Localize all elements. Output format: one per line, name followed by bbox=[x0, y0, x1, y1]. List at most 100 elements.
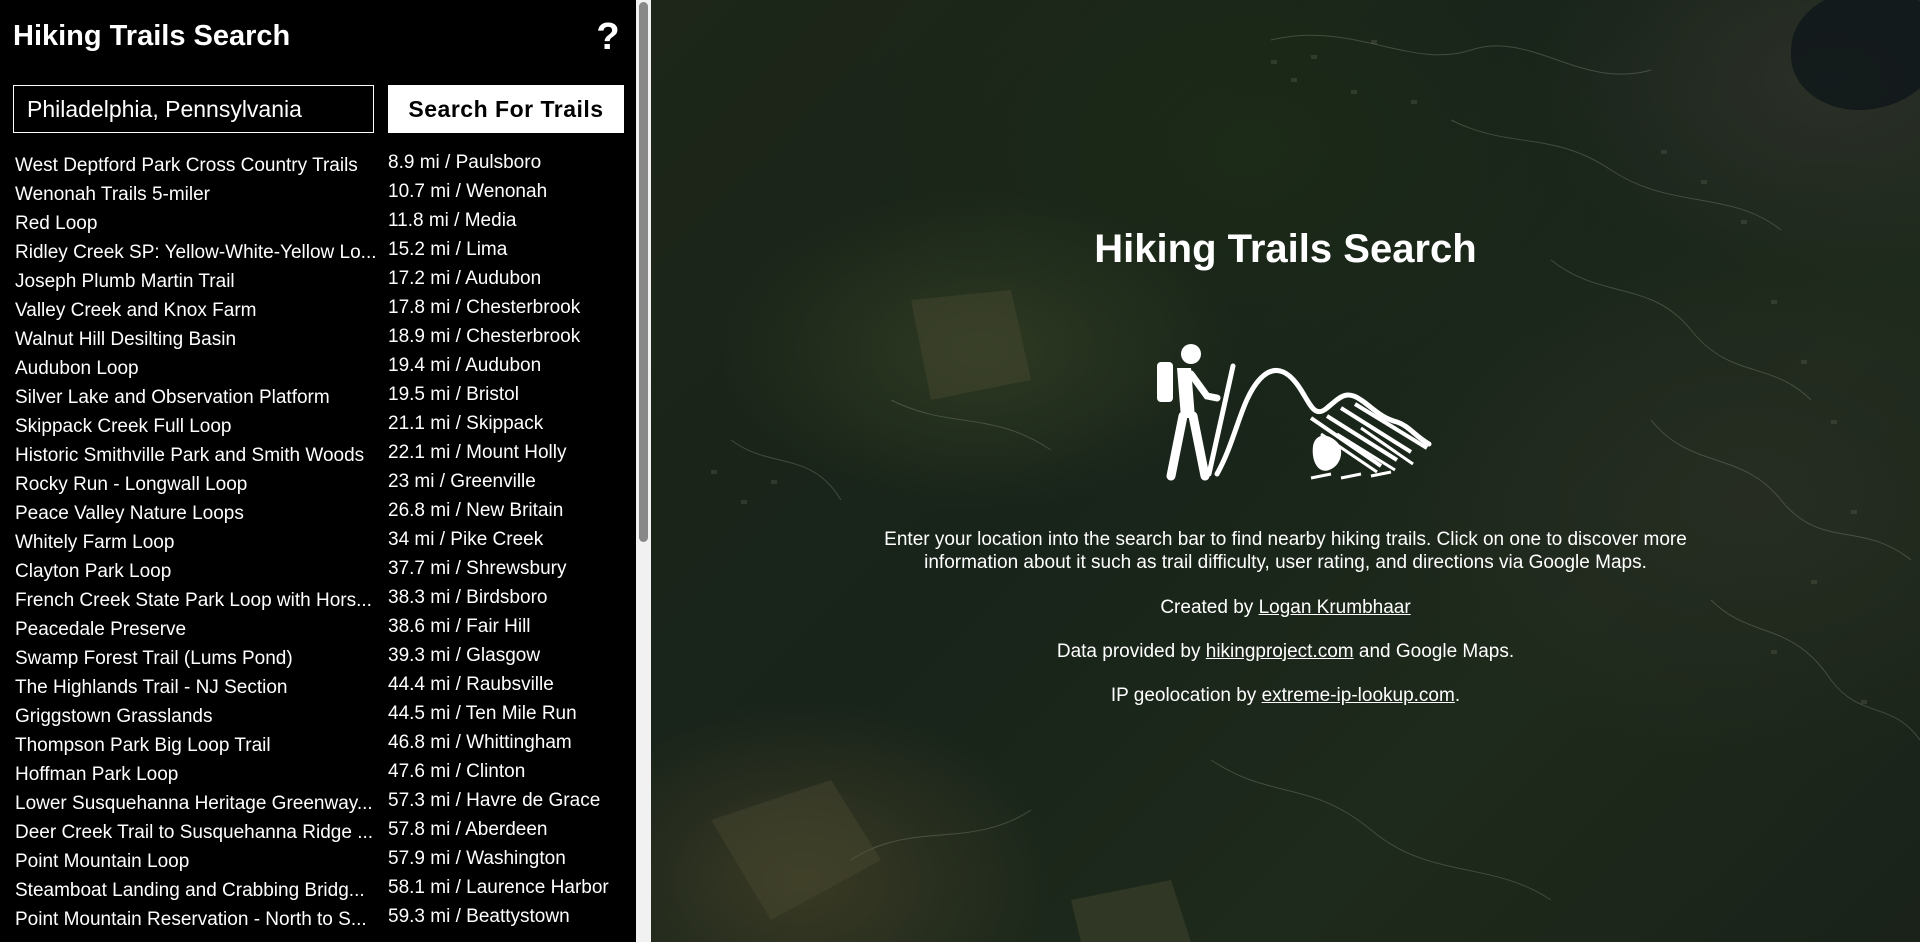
trail-name: Valley Creek and Knox Farm bbox=[15, 300, 257, 321]
trail-name: Griggstown Grasslands bbox=[15, 706, 213, 727]
trail-distance-location: 18.9 mi / Chesterbrook bbox=[388, 326, 581, 347]
trail-distance-location: 46.8 mi / Whittingham bbox=[388, 732, 572, 753]
trail-name: Ridley Creek SP: Yellow-White-Yellow Lo.… bbox=[15, 242, 377, 263]
created-by-line: Created by Logan Krumbhaar bbox=[651, 597, 1920, 619]
trail-name: Historic Smithville Park and Smith Woods bbox=[15, 445, 365, 466]
trail-name: Red Loop bbox=[15, 213, 98, 234]
trail-list-item[interactable]: Historic Smithville Park and Smith Woods… bbox=[0, 440, 636, 469]
trail-name: Audubon Loop bbox=[15, 358, 139, 379]
trail-list-item[interactable]: Skippack Creek Full Loop 21.1 mi / Skippa… bbox=[0, 411, 636, 440]
trail-list: West Deptford Park Cross Country Trails 8… bbox=[0, 150, 636, 942]
trail-list-item[interactable]: Whitely Farm Loop 34 mi / Pike Creek bbox=[0, 527, 636, 556]
trail-distance-location: 39.3 mi / Glasgow bbox=[388, 645, 541, 666]
trail-list-item[interactable]: Thompson Park Big Loop Trail 46.8 mi / Wh… bbox=[0, 730, 636, 759]
trail-list-item[interactable]: Peace Valley Nature Loops 26.8 mi / New B… bbox=[0, 498, 636, 527]
trail-list-item[interactable]: Audubon Loop 19.4 mi / Audubon bbox=[0, 353, 636, 382]
location-search-input[interactable] bbox=[13, 85, 374, 133]
trail-name: Swamp Forest Trail (Lums Pond) bbox=[15, 648, 293, 669]
trail-name: Rocky Run - Longwall Loop bbox=[15, 474, 248, 495]
trail-name: French Creek State Park Loop with Hors..… bbox=[15, 590, 372, 611]
trail-distance-location: 19.4 mi / Audubon bbox=[388, 355, 542, 376]
trail-distance-location: 57.3 mi / Havre de Grace bbox=[388, 790, 601, 811]
author-link[interactable]: Logan Krumbhaar bbox=[1259, 597, 1411, 618]
trail-list-item[interactable]: Wenonah Trails 5-miler 10.7 mi / Wenonah bbox=[0, 179, 636, 208]
trail-distance-location: 57.9 mi / Washington bbox=[388, 848, 566, 869]
trail-name: Walnut Hill Desilting Basin bbox=[15, 329, 237, 350]
app-root: Hiking Trails Search ? Search For Trails… bbox=[0, 0, 1920, 942]
trail-list-item[interactable]: Peacedale Preserve 38.6 mi / Fair Hill bbox=[0, 614, 636, 643]
trail-name: Wenonah Trails 5-miler bbox=[15, 184, 211, 205]
trail-list-item[interactable]: Deer Creek Trail to Susquehanna Ridge ..… bbox=[0, 817, 636, 846]
geolocation-suffix: . bbox=[1454, 685, 1461, 706]
trail-list-item[interactable]: Lower Susquehanna Heritage Greenway... 57… bbox=[0, 788, 636, 817]
trail-distance-location: 38.6 mi / Fair Hill bbox=[388, 616, 531, 637]
trail-name: Peace Valley Nature Loops bbox=[15, 503, 244, 524]
trail-list-item[interactable]: Swamp Forest Trail (Lums Pond) 39.3 mi / … bbox=[0, 643, 636, 672]
trail-distance-location: 22.1 mi / Mount Holly bbox=[388, 442, 567, 463]
sidebar-header: Hiking Trails Search ? Search For Trails bbox=[0, 0, 636, 160]
trail-list-item[interactable]: Ridley Creek SP: Yellow-White-Yellow Lo.… bbox=[0, 237, 636, 266]
trail-distance-location: 8.9 mi / Paulsboro bbox=[388, 152, 542, 173]
trail-name: Steamboat Landing and Crabbing Bridg... bbox=[15, 880, 365, 901]
trail-list-item[interactable]: Steamboat Landing and Crabbing Bridg... 5… bbox=[0, 875, 636, 904]
trail-list-item[interactable]: Silver Lake and Observation Platform 19.5… bbox=[0, 382, 636, 411]
trail-distance-location: 57.8 mi / Aberdeen bbox=[388, 819, 548, 840]
trail-name: West Deptford Park Cross Country Trails bbox=[15, 155, 358, 176]
trail-distance-location: 26.8 mi / New Britain bbox=[388, 500, 564, 521]
trail-list-item[interactable]: The Highlands Trail - NJ Section 44.4 mi … bbox=[0, 672, 636, 701]
trail-list-item[interactable]: Point Mountain Reservation - North to S.… bbox=[0, 904, 636, 933]
trail-name: Thompson Park Big Loop Trail bbox=[15, 735, 271, 756]
trail-distance-location: 10.7 mi / Wenonah bbox=[388, 181, 548, 202]
trail-distance-location: 34 mi / Pike Creek bbox=[388, 529, 544, 550]
trail-distance-location: 17.2 mi / Audubon bbox=[388, 268, 542, 289]
trail-name: The Highlands Trail - NJ Section bbox=[15, 677, 288, 698]
geolocation-line: IP geolocation by extreme-ip-lookup.com. bbox=[651, 685, 1920, 707]
welcome-title: Hiking Trails Search bbox=[1094, 227, 1477, 271]
trail-distance-location: 15.2 mi / Lima bbox=[388, 239, 508, 260]
description-text: Enter your location into the search bar … bbox=[884, 529, 1687, 573]
data-provider-prefix: Data provided by bbox=[1056, 641, 1206, 662]
trail-name: Point Mountain Reservation - North to S.… bbox=[15, 909, 367, 930]
trail-list-item[interactable]: Griggstown Grasslands 44.5 mi / Ten Mile … bbox=[0, 701, 636, 730]
data-provider-suffix: and Google Maps. bbox=[1353, 641, 1515, 662]
data-provider-line: Data provided by hikingproject.com and G… bbox=[651, 641, 1920, 663]
trail-list-item[interactable]: Walnut Hill Desilting Basin 18.9 mi / Che… bbox=[0, 324, 636, 353]
trail-list-item[interactable]: Hoffman Park Loop 47.6 mi / Clinton bbox=[0, 759, 636, 788]
sidebar-scrollbar[interactable] bbox=[636, 0, 651, 942]
sidebar: Hiking Trails Search ? Search For Trails… bbox=[0, 0, 651, 942]
app-title: Hiking Trails Search bbox=[13, 20, 291, 52]
trail-distance-location: 23 mi / Greenville bbox=[388, 471, 536, 492]
trail-name: Hoffman Park Loop bbox=[15, 764, 179, 785]
trail-list-item[interactable]: Clayton Park Loop 37.7 mi / Shrewsbury bbox=[0, 556, 636, 585]
trail-distance-location: 37.7 mi / Shrewsbury bbox=[388, 558, 567, 579]
trail-distance-location: 44.5 mi / Ten Mile Run bbox=[388, 703, 577, 724]
trail-name: Skippack Creek Full Loop bbox=[15, 416, 232, 437]
hikingproject-link[interactable]: hikingproject.com bbox=[1206, 641, 1354, 662]
welcome-info: Hiking Trails Search Enter your location… bbox=[651, 0, 1920, 942]
satellite-map-background: Hiking Trails Search Enter your location… bbox=[651, 0, 1920, 942]
trail-name: Silver Lake and Observation Platform bbox=[15, 387, 330, 408]
trail-distance-location: 17.8 mi / Chesterbrook bbox=[388, 297, 581, 318]
trail-list-item[interactable]: Red Loop 11.8 mi / Media bbox=[0, 208, 636, 237]
scrollbar-thumb[interactable] bbox=[639, 2, 648, 542]
extreme-ip-lookup-link[interactable]: extreme-ip-lookup.com bbox=[1262, 685, 1455, 706]
trail-distance-location: 58.1 mi / Laurence Harbor bbox=[388, 877, 609, 898]
trail-name: Point Mountain Loop bbox=[15, 851, 190, 872]
trail-list-item[interactable]: Joseph Plumb Martin Trail 17.2 mi / Audub… bbox=[0, 266, 636, 295]
trail-distance-location: 21.1 mi / Skippack bbox=[388, 413, 544, 434]
trail-list-item[interactable]: Rocky Run - Longwall Loop 23 mi / Greenvi… bbox=[0, 469, 636, 498]
trail-distance-location: 11.8 mi / Media bbox=[388, 210, 517, 231]
question-mark-icon[interactable]: ? bbox=[592, 17, 624, 57]
trail-name: Lower Susquehanna Heritage Greenway... bbox=[15, 793, 373, 814]
trail-name: Whitely Farm Loop bbox=[15, 532, 175, 553]
trail-list-item[interactable]: Valley Creek and Knox Farm 17.8 mi / Ches… bbox=[0, 295, 636, 324]
search-for-trails-button[interactable]: Search For Trails bbox=[388, 85, 624, 133]
trail-distance-location: 47.6 mi / Clinton bbox=[388, 761, 526, 782]
trail-distance-location: 44.4 mi / Raubsville bbox=[388, 674, 554, 695]
trail-distance-location: 38.3 mi / Birdsboro bbox=[388, 587, 548, 608]
trail-list-item[interactable]: French Creek State Park Loop with Hors..… bbox=[0, 585, 636, 614]
trail-list-item[interactable]: Point Mountain Loop 57.9 mi / Washington bbox=[0, 846, 636, 875]
trail-distance-location: 59.3 mi / Beattystown bbox=[388, 906, 570, 927]
trail-list-item[interactable]: West Deptford Park Cross Country Trails 8… bbox=[0, 150, 636, 179]
trail-name: Deer Creek Trail to Susquehanna Ridge ..… bbox=[15, 822, 374, 843]
